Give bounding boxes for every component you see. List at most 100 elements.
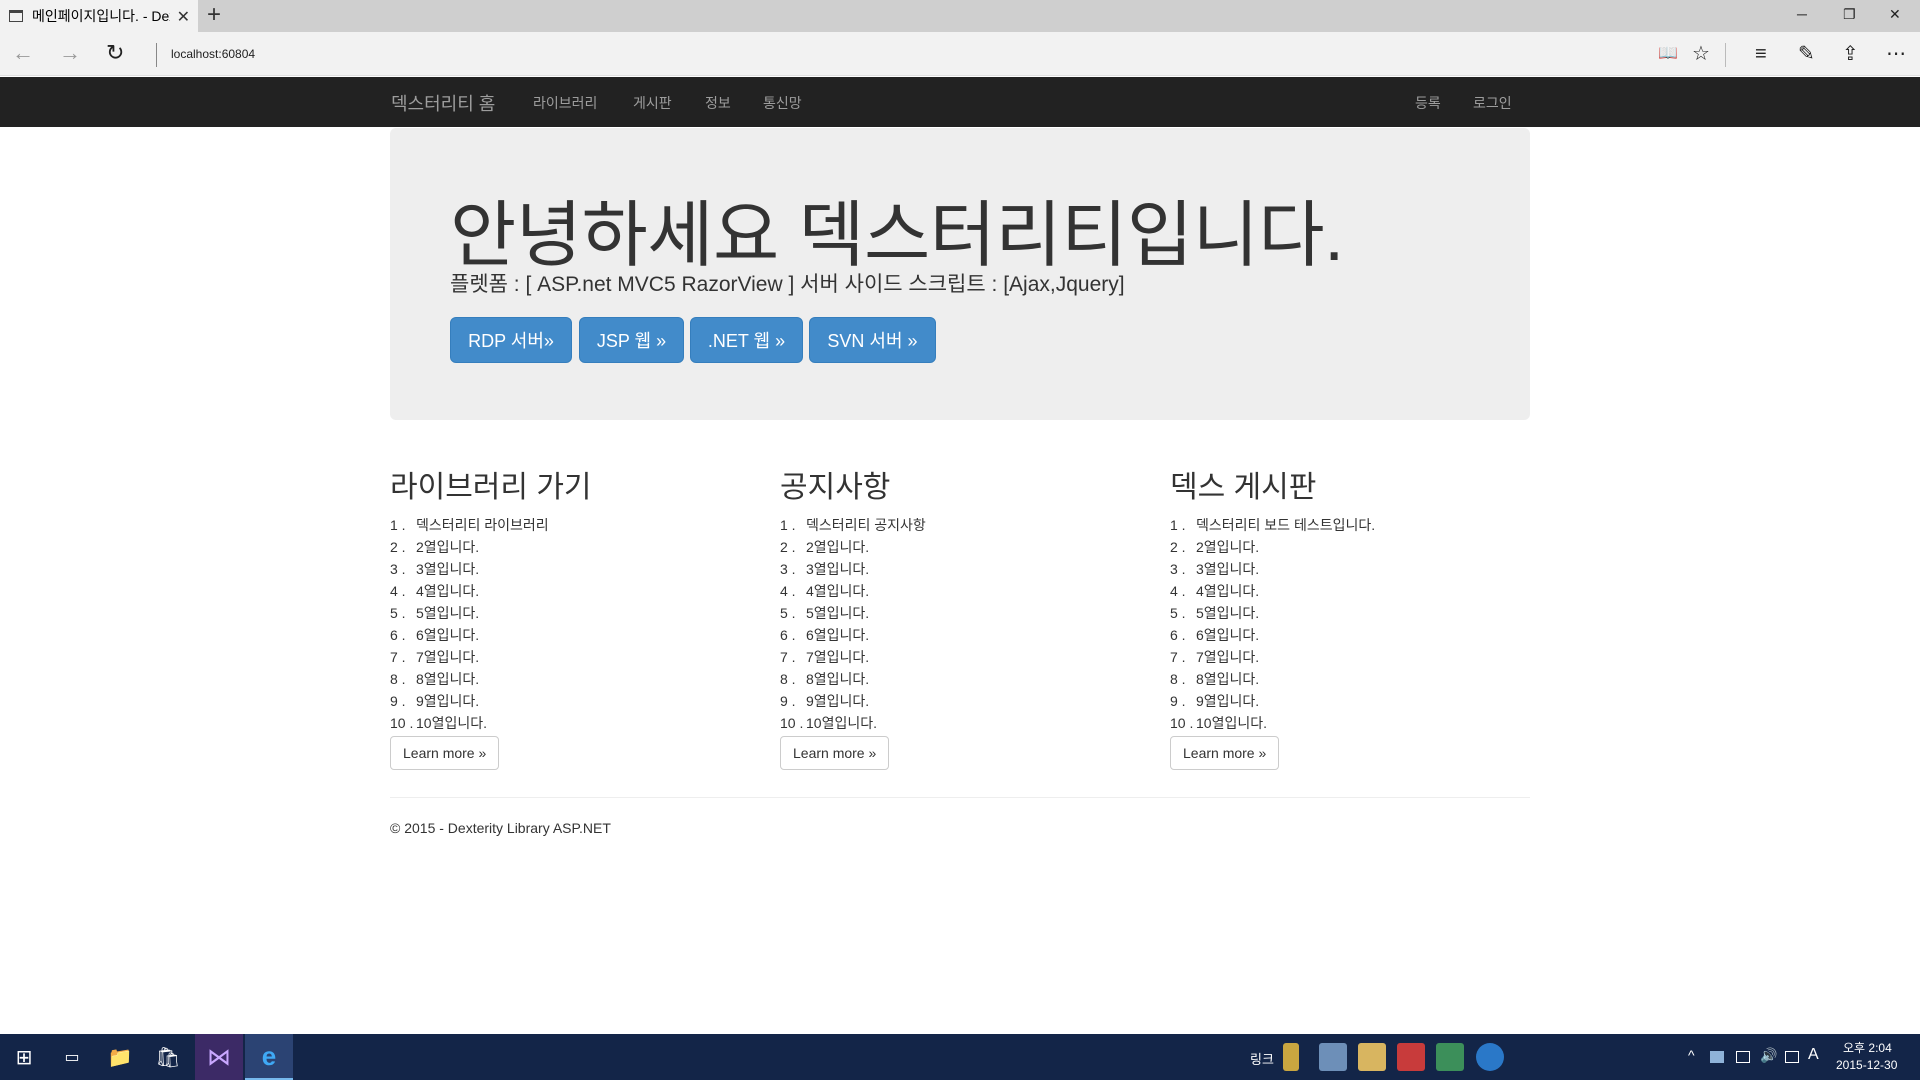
library-column: 라이브러리 가기 1 . 덱스터리티 라이브러리 2 . 2열입니다. 3 . 3열입… [390,462,750,770]
list-item[interactable]: 1 . 덱스터리티 보드 테스트입니다. [1170,514,1530,536]
ie-app-icon[interactable] [1476,1043,1504,1071]
restore-button[interactable]: ❐ [1843,6,1856,23]
jumbotron-title: 안녕하세요 덱스터리티입니다. [450,196,1344,276]
folder-icon: 📁 [107,1046,133,1069]
share-icon[interactable]: ⇪ [1842,42,1859,66]
list-item[interactable]: 5 . 5열입니다. [1170,602,1530,624]
windows-taskbar: ⊞ ▭ 📁 🛍 ⋈ e 링크 ^ 🔊 A 오후 2:04 2015-12-30 [0,1034,1920,1080]
links-toolbar-label: 링크 [1250,1052,1274,1067]
minimize-button[interactable]: ─ [1797,6,1807,22]
clock-time[interactable]: 오후 2:04 [1843,1039,1892,1056]
nav-link-login[interactable]: 로그인 [1473,93,1512,113]
notice-learn-more-button[interactable]: Learn more » [780,736,890,770]
url-field[interactable]: localhost:60804 [171,47,255,61]
site-navbar: 덱스터리티 홈 라이브러리 게시판 정보 통신망 등록 로그인 [0,77,1920,127]
address-bar: ← → ↻ localhost:60804 📖 ☆ ≡ ✎ ⇪ ⋯ [0,32,1920,76]
dotnet-web-button[interactable]: .NET 웹 » [690,317,803,363]
nav-link-network[interactable]: 통신망 [763,93,802,113]
nav-link-register[interactable]: 등록 [1415,93,1441,113]
reading-view-icon[interactable]: 📖 [1658,42,1678,66]
list-item[interactable]: 8 . 8열입니다. [780,668,1140,690]
list-item[interactable]: 7 . 7열입니다. [390,646,750,668]
column-heading: 덱스 게시판 [1170,471,1317,504]
browser-tab-strip: 메인페이지입니다. - Dexterity ✕ + ─ ❐ ✕ [0,0,1920,32]
volume-icon[interactable]: 🔊 [1760,1047,1777,1064]
list-item[interactable]: 1 . 덱스터리티 공지사항 [780,514,1140,536]
list-item[interactable]: 2 . 2열입니다. [1170,536,1530,558]
task-view-button[interactable]: ▭ [48,1034,96,1080]
list-item[interactable]: 9 . 9열입니다. [1170,690,1530,712]
list-item[interactable]: 7 . 7열입니다. [780,646,1140,668]
list-item[interactable]: 6 . 6열입니다. [780,624,1140,646]
list-item[interactable]: 10 . 10열입니다. [780,712,1140,734]
network-icon[interactable] [1736,1051,1750,1063]
list-item[interactable]: 4 . 4열입니다. [780,580,1140,602]
list-item[interactable]: 10 . 10열입니다. [1170,712,1530,734]
nav-link-library[interactable]: 라이브러리 [533,93,597,113]
clock-date[interactable]: 2015-12-30 [1836,1058,1897,1072]
list-item[interactable]: 5 . 5열입니다. [780,602,1140,624]
jsp-web-button[interactable]: JSP 웹 » [579,317,684,363]
list-item[interactable]: 5 . 5열입니다. [390,602,750,624]
list-item[interactable]: 9 . 9열입니다. [390,690,750,712]
list-item[interactable]: 2 . 2열입니다. [390,536,750,558]
board-column: 덱스 게시판 1 . 덱스터리티 보드 테스트입니다. 2 . 2열입니다. 3 .… [1170,462,1530,770]
users-app-icon[interactable] [1319,1043,1347,1071]
hub-icon[interactable]: ≡ [1755,42,1767,66]
list-item[interactable]: 9 . 9열입니다. [780,690,1140,712]
column-heading: 공지사항 [780,471,891,504]
back-button[interactable]: ← [12,41,34,65]
list-item[interactable]: 8 . 8열입니다. [1170,668,1530,690]
jumbotron-lead: 플렛폼 : [ ASP.net MVC5 RazorView ] 서버 사이드 … [450,273,1125,296]
office-app-icon[interactable] [1397,1043,1425,1071]
web-note-icon[interactable]: ✎ [1798,42,1815,66]
list-item[interactable]: 6 . 6열입니다. [390,624,750,646]
list-item[interactable]: 4 . 4열입니다. [1170,580,1530,602]
svn-server-button[interactable]: SVN 서버 » [809,317,936,363]
column-heading: 라이브러리 가기 [390,471,592,504]
list-item[interactable]: 4 . 4열입니다. [390,580,750,602]
library-learn-more-button[interactable]: Learn more » [390,736,500,770]
list-item[interactable]: 3 . 3열입니다. [1170,558,1530,580]
start-button[interactable]: ⊞ [0,1034,48,1080]
list-item[interactable]: 7 . 7열입니다. [1170,646,1530,668]
vs-app-icon[interactable] [1436,1043,1464,1071]
favorite-star-icon[interactable]: ☆ [1692,42,1710,66]
footer-text: © 2015 - Dexterity Library ASP.NET [390,820,611,836]
more-icon[interactable]: ⋯ [1886,42,1906,66]
list-item[interactable]: 1 . 덱스터리티 라이브러리 [390,514,750,536]
task-view-icon: ▭ [64,1049,80,1066]
network-app-icon[interactable] [1710,1051,1724,1063]
edge-icon: e [261,1040,277,1071]
rdp-server-button[interactable]: RDP 서버» [450,317,572,363]
phone-app-icon[interactable] [1283,1043,1299,1071]
tray-overflow-icon[interactable]: ^ [1688,1047,1695,1063]
board-learn-more-button[interactable]: Learn more » [1170,736,1280,770]
footer-divider [390,797,1530,798]
file-explorer-button[interactable]: 📁 [96,1034,144,1080]
list-item[interactable]: 3 . 3열입니다. [390,558,750,580]
window-close-button[interactable]: ✕ [1889,6,1901,23]
ime-indicator[interactable]: A [1808,1046,1819,1064]
refresh-button[interactable]: ↻ [106,41,124,65]
list-item[interactable]: 8 . 8열입니다. [390,668,750,690]
new-tab-button[interactable]: + [207,3,221,27]
nav-link-info[interactable]: 정보 [705,93,731,113]
notice-list: 1 . 덱스터리티 공지사항 2 . 2열입니다. 3 . 3열입니다. 4 . 4열입… [780,514,1140,734]
jumbotron: 안녕하세요 덱스터리티입니다. 플렛폼 : [ ASP.net MVC5 Raz… [390,128,1530,420]
list-item[interactable]: 3 . 3열입니다. [780,558,1140,580]
forward-button[interactable]: → [59,41,81,65]
nav-link-board[interactable]: 게시판 [633,93,672,113]
close-tab-icon[interactable]: ✕ [177,7,190,27]
notification-icon[interactable] [1785,1051,1799,1063]
visual-studio-button[interactable]: ⋈ [195,1034,243,1080]
store-button[interactable]: 🛍 [144,1034,192,1080]
list-item[interactable]: 10 . 10열입니다. [390,712,750,734]
edge-button[interactable]: e [245,1034,293,1080]
browser-tab[interactable]: 메인페이지입니다. - Dexterity ✕ [0,0,198,32]
list-item[interactable]: 6 . 6열입니다. [1170,624,1530,646]
folder-app-icon[interactable] [1358,1043,1386,1071]
notice-column: 공지사항 1 . 덱스터리티 공지사항 2 . 2열입니다. 3 . 3열입니다. 4… [780,462,1140,770]
navbar-brand[interactable]: 덱스터리티 홈 [391,90,495,116]
list-item[interactable]: 2 . 2열입니다. [780,536,1140,558]
